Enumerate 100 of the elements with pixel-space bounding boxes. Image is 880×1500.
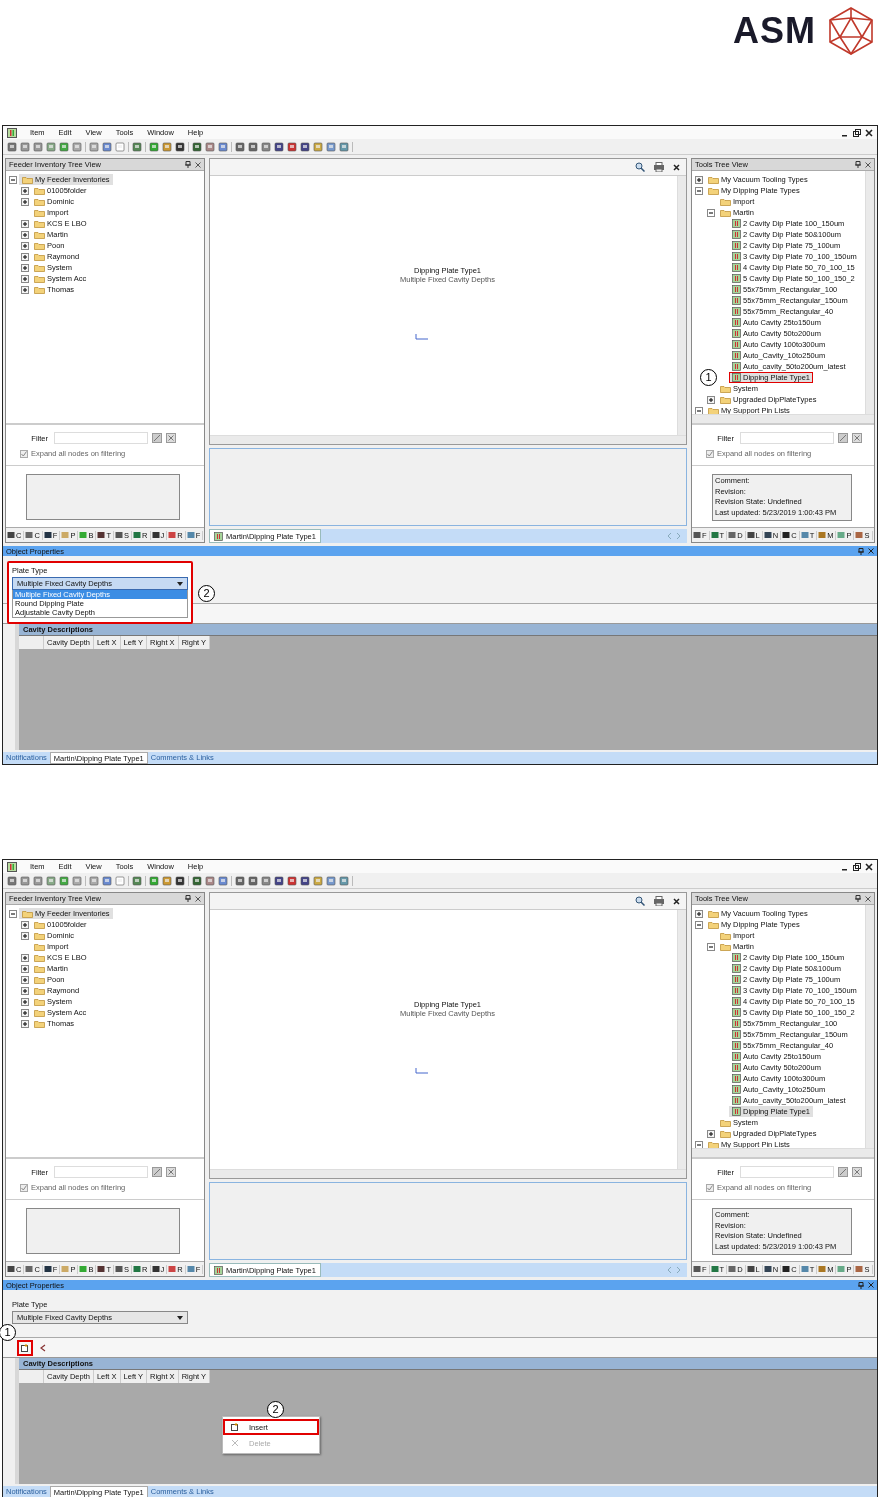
plate-icon (732, 252, 741, 261)
expand-toggle[interactable] (21, 953, 29, 962)
filter-field[interactable] (54, 432, 148, 444)
clear-filter-icon[interactable] (166, 433, 176, 443)
toolbar-icon[interactable] (235, 141, 245, 152)
scrollbar[interactable] (865, 171, 874, 414)
toolbar-icon[interactable] (175, 141, 185, 152)
scrollbar[interactable] (677, 176, 686, 435)
pin-icon[interactable] (855, 161, 861, 168)
checkbox[interactable] (20, 1183, 28, 1192)
expand-toggle[interactable] (21, 285, 29, 294)
scrollbar[interactable] (210, 1169, 686, 1178)
toolbar-icon[interactable] (175, 875, 185, 886)
expand-toggle[interactable] (21, 186, 29, 195)
delete-icon (231, 1439, 239, 1447)
apply-filter-icon[interactable] (152, 1167, 162, 1177)
pin-icon[interactable] (185, 895, 191, 902)
expand-toggle[interactable] (707, 395, 715, 404)
corner-header-cell (19, 1370, 44, 1383)
close-icon[interactable] (868, 548, 874, 554)
scrollbar[interactable] (677, 910, 686, 1169)
expand-toggle[interactable] (21, 230, 29, 239)
expand-toggle[interactable] (21, 197, 29, 206)
scrollbar[interactable] (210, 435, 686, 444)
expand-toggle[interactable] (21, 931, 29, 940)
expand-toggle[interactable] (9, 909, 17, 918)
search-icon[interactable] (635, 896, 645, 906)
close-icon[interactable] (865, 128, 873, 137)
restore-icon[interactable] (853, 862, 861, 871)
expand-toggle[interactable] (707, 942, 715, 951)
pin-icon[interactable] (185, 161, 191, 168)
expand-toggle[interactable] (707, 208, 715, 217)
scrollbar[interactable] (865, 905, 874, 1148)
polyhedron-logo-icon (826, 6, 876, 56)
insert-row-icon (21, 1343, 29, 1352)
toolbar-icon[interactable] (192, 875, 202, 886)
toolbar-icon[interactable] (248, 141, 258, 152)
expand-toggle[interactable] (21, 986, 29, 995)
close-icon[interactable] (868, 1282, 874, 1288)
expand-toggle[interactable] (21, 241, 29, 250)
filter-field[interactable] (740, 1166, 834, 1178)
apply-filter-icon[interactable] (152, 433, 162, 443)
clear-filter-icon[interactable] (166, 1167, 176, 1177)
expand-toggle[interactable] (695, 909, 703, 918)
expand-toggle[interactable] (21, 263, 29, 272)
expand-toggle[interactable] (695, 920, 703, 929)
apply-filter-icon[interactable] (838, 433, 848, 443)
scrollbar[interactable] (692, 414, 874, 423)
expand-toggle[interactable] (9, 175, 17, 184)
toolbar-icon[interactable] (274, 141, 284, 152)
checkbox[interactable] (706, 449, 714, 458)
expand-toggle[interactable] (21, 252, 29, 261)
pin-icon[interactable] (855, 895, 861, 902)
filter-field[interactable] (740, 432, 834, 444)
close-icon[interactable] (673, 897, 680, 905)
app-icon[interactable] (7, 861, 17, 872)
expand-toggle[interactable] (21, 975, 29, 984)
expand-toggle[interactable] (707, 1129, 715, 1138)
plate-icon (732, 230, 741, 239)
dropdown-caret-icon (177, 1315, 183, 1320)
filter-field[interactable] (54, 1166, 148, 1178)
expand-toggle[interactable] (695, 186, 703, 195)
expand-toggle[interactable] (21, 920, 29, 929)
plate-icon (732, 219, 741, 228)
insert-button[interactable] (17, 1339, 33, 1356)
expand-toggle[interactable] (695, 175, 703, 184)
restore-icon[interactable] (853, 128, 861, 137)
toolbar-icon[interactable] (274, 875, 284, 886)
expand-toggle[interactable] (21, 274, 29, 283)
folder-icon (34, 975, 45, 984)
toolbar-icon[interactable] (192, 141, 202, 152)
scrollbar[interactable] (692, 1148, 874, 1157)
clear-filter-icon[interactable] (852, 433, 862, 443)
printer-icon[interactable] (653, 896, 665, 906)
close-icon[interactable] (673, 163, 680, 171)
folder-icon (720, 942, 731, 951)
toolbar-icon[interactable] (248, 875, 258, 886)
search-icon[interactable] (635, 162, 645, 172)
app-icon[interactable] (7, 127, 17, 138)
plate-icon (732, 340, 741, 349)
toolbar-icon[interactable] (287, 141, 297, 152)
clear-filter-icon[interactable] (852, 1167, 862, 1177)
toolbar-icon[interactable] (287, 875, 297, 886)
expand-toggle[interactable] (21, 1019, 29, 1028)
expand-toggle[interactable] (21, 219, 29, 228)
toolbar-icon[interactable] (235, 875, 245, 886)
checkbox[interactable] (706, 1183, 714, 1192)
expand-toggle[interactable] (21, 997, 29, 1006)
toolbar-icon[interactable] (300, 141, 310, 152)
apply-filter-icon[interactable] (838, 1167, 848, 1177)
expand-toggle[interactable] (21, 964, 29, 973)
pin-icon[interactable] (858, 547, 864, 555)
toolbar-icon[interactable] (300, 875, 310, 886)
folder-icon (34, 263, 45, 272)
printer-icon[interactable] (653, 162, 665, 172)
plate-icon (732, 329, 741, 338)
checkbox[interactable] (20, 449, 28, 458)
pin-icon[interactable] (858, 1281, 864, 1289)
close-icon[interactable] (865, 862, 873, 871)
expand-toggle[interactable] (21, 1008, 29, 1017)
